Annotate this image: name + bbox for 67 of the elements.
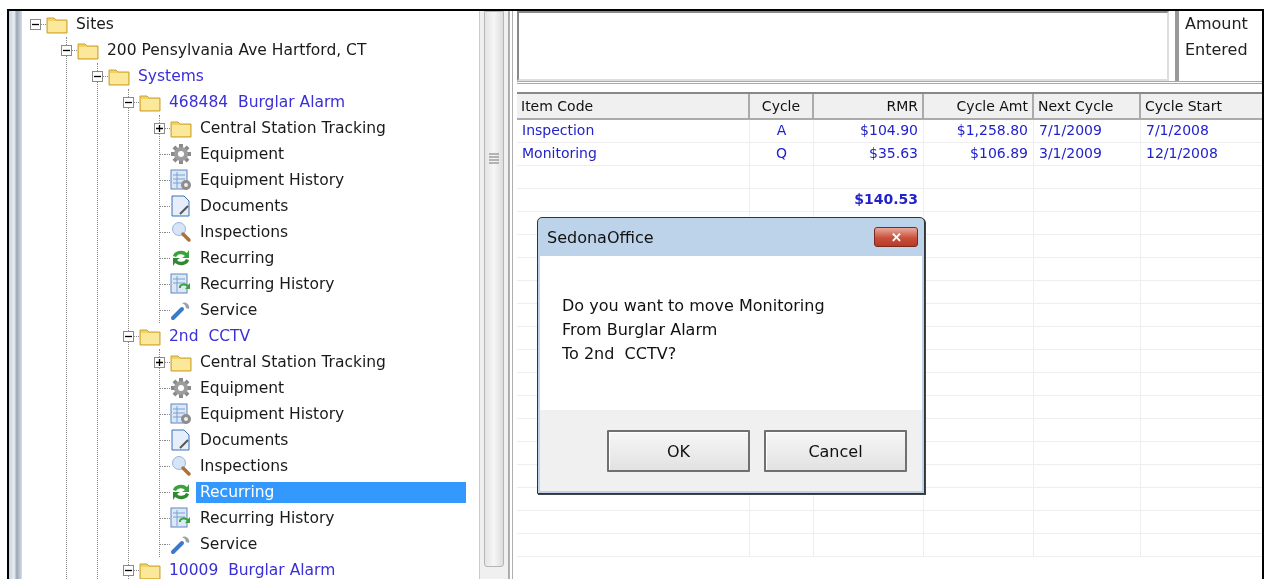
tree-item[interactable]: Inspections bbox=[196, 221, 293, 243]
magnifier-icon bbox=[170, 221, 192, 243]
table-cell: Monitoring bbox=[517, 143, 750, 166]
tree-item[interactable]: Sites bbox=[72, 13, 118, 35]
tree-item[interactable]: 10009 Burglar Alarm bbox=[165, 559, 340, 579]
tree-item[interactable]: Recurring History bbox=[196, 273, 339, 295]
tree-item[interactable]: Central Station Tracking bbox=[196, 117, 390, 139]
column-header[interactable]: Cycle Amt bbox=[924, 94, 1034, 120]
table-cell: 7/1/2008 bbox=[1141, 120, 1262, 143]
grip-icon bbox=[489, 152, 499, 164]
column-header[interactable]: Next Cycle bbox=[1034, 94, 1141, 120]
dialog-message: Do you want to move Monitoring bbox=[562, 295, 826, 317]
tree-item[interactable]: 200 Pensylvania Ave Hartford, CT bbox=[103, 39, 371, 61]
document-icon bbox=[170, 429, 192, 451]
expand-icon[interactable] bbox=[154, 122, 165, 134]
table-cell: $106.89 bbox=[924, 143, 1034, 166]
table-arrows-icon bbox=[170, 507, 192, 529]
column-header[interactable]: Item Code bbox=[517, 94, 750, 120]
tree-item[interactable]: Equipment bbox=[196, 143, 289, 165]
document-icon bbox=[170, 195, 192, 217]
tree-item[interactable]: Documents bbox=[196, 195, 293, 217]
tree-item[interactable]: Service bbox=[196, 533, 262, 555]
tree-item[interactable]: Recurring bbox=[196, 247, 279, 269]
table-cell: $1,258.80 bbox=[924, 120, 1034, 143]
expand-icon[interactable] bbox=[154, 356, 165, 368]
collapse-icon[interactable] bbox=[123, 96, 134, 108]
collapse-icon[interactable] bbox=[123, 564, 134, 576]
column-header[interactable]: Cycle Start bbox=[1141, 94, 1262, 120]
table-cell: A bbox=[750, 120, 814, 143]
magnifier-icon bbox=[170, 455, 192, 477]
dialog-message: From Burglar Alarm bbox=[562, 319, 719, 341]
tree-item[interactable]: 468484 Burglar Alarm bbox=[165, 91, 350, 113]
collapse-icon[interactable] bbox=[92, 70, 103, 82]
tree-item[interactable]: Inspections bbox=[196, 455, 293, 477]
collapse-icon[interactable] bbox=[61, 44, 72, 56]
table-cell: Q bbox=[750, 143, 814, 166]
tree-item[interactable]: Recurring History bbox=[196, 507, 339, 529]
close-button[interactable]: ✕ bbox=[874, 227, 918, 247]
column-header[interactable]: RMR bbox=[814, 94, 924, 120]
column-header[interactable]: Cycle bbox=[750, 94, 814, 120]
dialog-title: SedonaOffice bbox=[547, 227, 654, 247]
tree-item[interactable]: Central Station Tracking bbox=[196, 351, 390, 373]
table-arrows-icon bbox=[170, 273, 192, 295]
wrench-icon bbox=[170, 533, 192, 555]
cancel-button[interactable]: Cancel bbox=[764, 430, 907, 472]
table-cell: 7/1/2009 bbox=[1034, 120, 1141, 143]
total-cell: $140.53 bbox=[814, 189, 924, 212]
scrollbar-thumb[interactable] bbox=[484, 11, 504, 567]
collapse-icon[interactable] bbox=[123, 330, 134, 342]
tree-item[interactable]: 2nd CCTV bbox=[165, 325, 255, 347]
table-cell: Inspection bbox=[517, 120, 750, 143]
collapse-icon[interactable] bbox=[30, 18, 41, 30]
table-cell: $104.90 bbox=[814, 120, 924, 143]
tree-item[interactable]: Equipment History bbox=[196, 169, 349, 191]
table-cell: $35.63 bbox=[814, 143, 924, 166]
dialog-message: To 2nd CCTV? bbox=[562, 343, 678, 365]
ok-button[interactable]: OK bbox=[607, 430, 750, 472]
table-cell: 12/1/2008 bbox=[1141, 143, 1262, 166]
table-cell: 3/1/2009 bbox=[1034, 143, 1141, 166]
wrench-icon bbox=[170, 299, 192, 321]
tree-item[interactable]: Equipment bbox=[196, 377, 289, 399]
tree-item[interactable]: Documents bbox=[196, 429, 293, 451]
tree-item[interactable]: Equipment History bbox=[196, 403, 349, 425]
field-label: Entered bbox=[1185, 39, 1248, 61]
tree-item[interactable]: Systems bbox=[134, 65, 208, 87]
tree-item[interactable]: Service bbox=[196, 299, 262, 321]
field-label: Amount bbox=[1185, 13, 1248, 35]
